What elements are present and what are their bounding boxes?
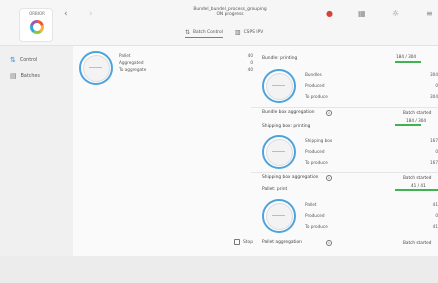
bundles-produced-label: Produced — [305, 83, 325, 88]
divider — [251, 172, 438, 173]
sidebar-item-control[interactable]: ⇅ Control — [10, 56, 37, 64]
bundle-aggregation-status: Batch started — [403, 110, 432, 115]
shipping-to-produce-label: To produce — [305, 160, 328, 165]
bundle-aggregation-progress-bar — [395, 124, 421, 126]
stop-label: Stop — [243, 239, 253, 245]
shipping-aggregation-status: Batch started — [403, 175, 432, 180]
info-icon[interactable]: i — [326, 240, 332, 246]
title-line-2: ON progress — [216, 12, 244, 18]
stop-checkbox[interactable]: Stop — [234, 239, 253, 245]
menu-icon[interactable]: ≡ — [426, 9, 433, 18]
divider — [251, 107, 438, 108]
bottom-area — [0, 256, 438, 283]
pallet-to-produce-label: To produce — [305, 224, 328, 229]
pallet-print-value: 41 — [432, 202, 438, 207]
section-title-bundle-printing: Bundle: printing — [262, 56, 298, 61]
back-arrow-icon[interactable]: ‹ — [64, 9, 68, 19]
shipping-gauge — [262, 135, 296, 169]
sun-icon[interactable]: ☼ — [392, 9, 399, 18]
pallet-gauge — [79, 51, 113, 85]
bundles-produced-value: 0 — [435, 83, 438, 88]
bars-icon: ▥ — [234, 29, 241, 36]
logo-text: ORBIOR — [29, 11, 45, 16]
section-title-shipping-aggregation: Shipping box aggregation — [262, 175, 319, 180]
shipping-aggregation-progress-bar — [395, 189, 438, 191]
control-icon: ⇅ — [185, 28, 191, 36]
pallet-label: Pallet — [119, 53, 131, 58]
tab-label: CSPS IPV — [243, 30, 264, 35]
pallet-to-produce-value: 41 — [432, 224, 438, 229]
pallet-value: 40 — [247, 53, 253, 58]
info-icon[interactable]: i — [326, 110, 332, 116]
shipping-produced-label: Produced — [305, 149, 325, 154]
bundle-gauge — [262, 69, 296, 103]
sidebar-item-label: Control — [19, 57, 38, 63]
shipping-to-produce-value: 167 — [430, 160, 438, 165]
section-title-bundle-aggregation: Bundle box aggregation — [262, 110, 315, 115]
shipping-aggregation-count: 41 / 41 — [411, 183, 426, 188]
forward-arrow-icon[interactable]: › — [89, 9, 93, 19]
window-title: Bundel_bundel_process_grouping ON progre… — [150, 7, 310, 18]
app-logo[interactable]: ORBIOR — [19, 8, 53, 42]
main-panel: Pallet 40 Aggregated 0 To aggregate 40 B… — [73, 46, 438, 256]
shipping-box-label: Shipping box — [305, 138, 333, 143]
section-title-pallet-print: Pallet: print — [262, 187, 288, 192]
aggregated-value: 0 — [250, 60, 253, 65]
info-icon[interactable]: i — [326, 175, 332, 181]
to-aggregate-value: 40 — [247, 67, 253, 72]
tab-batch-control[interactable]: ⇅ Batch Control — [185, 28, 223, 38]
pallet-produced-value: 0 — [435, 213, 438, 218]
aggregated-label: Aggregated — [119, 60, 144, 65]
sidebar-item-batches[interactable]: ▤ Batches — [10, 72, 40, 80]
pallet-produced-label: Produced — [305, 213, 325, 218]
shipping-box-value: 167 — [430, 138, 438, 143]
tab-label: Batch Control — [193, 29, 223, 35]
to-aggregate-label: To aggregate — [119, 67, 147, 72]
batches-icon: ▤ — [10, 72, 17, 80]
bundle-printing-progress-bar — [395, 61, 421, 63]
section-title-shipping-printing: Shipping box: printing — [262, 124, 311, 129]
bundles-label: Bundles — [305, 72, 322, 77]
pallet-print-label: Pallet — [305, 202, 317, 207]
grid-icon[interactable]: ▦ — [358, 9, 366, 18]
section-title-pallet-aggregation: Pallet aggregation — [262, 240, 302, 245]
tab-csps-ipv[interactable]: ▥ CSPS IPV — [235, 28, 263, 38]
shipping-produced-value: 0 — [435, 149, 438, 154]
bundles-to-produce-label: To produce — [305, 94, 328, 99]
top-bar: ORBIOR ‹ › Bundel_bundel_process_groupin… — [0, 0, 438, 46]
sidebar-item-label: Batches — [20, 73, 40, 79]
logo-ring-icon — [30, 20, 44, 34]
bundles-value: 304 — [430, 72, 438, 77]
sidebar: ⇅ Control ▤ Batches — [0, 46, 73, 256]
tab-bar: ⇅ Batch Control ▥ CSPS IPV — [185, 28, 263, 38]
pallet-aggregation-status: Batch started — [403, 240, 432, 245]
pallet-print-gauge — [262, 199, 296, 233]
bundle-printing-count: 184 / 304 — [396, 54, 417, 59]
bundle-aggregation-count: 184 / 304 — [406, 118, 427, 123]
record-icon[interactable]: ● — [326, 9, 333, 18]
checkbox-icon — [234, 239, 240, 245]
control-icon: ⇅ — [10, 56, 16, 64]
bundles-to-produce-value: 304 — [430, 94, 438, 99]
